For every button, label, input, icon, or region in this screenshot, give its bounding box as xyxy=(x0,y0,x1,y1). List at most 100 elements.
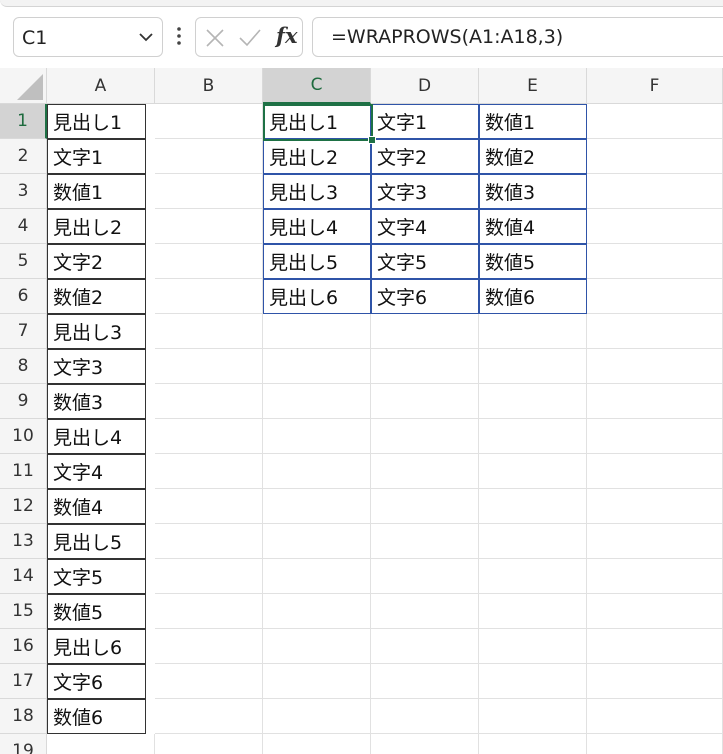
row-header-3[interactable]: 3 xyxy=(0,174,47,209)
cell-e16[interactable] xyxy=(479,629,587,664)
cell-e2[interactable]: 数値2 xyxy=(479,139,587,174)
cell-d3[interactable]: 文字3 xyxy=(371,174,479,209)
cell-a11[interactable]: 文字4 xyxy=(47,454,146,489)
column-header-a[interactable]: A xyxy=(47,68,155,104)
cell-a19[interactable] xyxy=(47,734,155,754)
cell-d1[interactable]: 文字1 xyxy=(371,104,479,139)
cell-b15[interactable] xyxy=(155,594,263,629)
cell-f6[interactable] xyxy=(587,279,723,314)
row-header-6[interactable]: 6 xyxy=(0,279,47,314)
row-header-18[interactable]: 18 xyxy=(0,699,47,734)
cell-a7[interactable]: 見出し3 xyxy=(47,314,146,349)
cell-e18[interactable] xyxy=(479,699,587,734)
cell-d4[interactable]: 文字4 xyxy=(371,209,479,244)
cell-a18[interactable]: 数値6 xyxy=(47,699,146,734)
cell-e1[interactable]: 数値1 xyxy=(479,104,587,139)
cell-e5[interactable]: 数値5 xyxy=(479,244,587,279)
cell-d14[interactable] xyxy=(371,559,479,594)
cell-d10[interactable] xyxy=(371,419,479,454)
cell-f9[interactable] xyxy=(587,384,723,419)
cell-c19[interactable] xyxy=(263,734,371,754)
cell-f19[interactable] xyxy=(587,734,723,754)
chevron-down-icon[interactable] xyxy=(138,30,154,44)
cell-a4[interactable]: 見出し2 xyxy=(47,209,146,244)
cell-a15[interactable]: 数値5 xyxy=(47,594,146,629)
cell-d19[interactable] xyxy=(371,734,479,754)
cell-d17[interactable] xyxy=(371,664,479,699)
cell-b8[interactable] xyxy=(155,349,263,384)
row-header-9[interactable]: 9 xyxy=(0,384,47,419)
row-header-1[interactable]: 1 xyxy=(0,104,47,139)
cell-c2[interactable]: 見出し2 xyxy=(263,139,371,174)
cell-a3[interactable]: 数値1 xyxy=(47,174,146,209)
enter-check-icon[interactable] xyxy=(238,28,262,48)
name-box-value[interactable]: C1 xyxy=(22,27,47,49)
select-all-corner[interactable] xyxy=(0,68,47,104)
cell-d5[interactable]: 文字5 xyxy=(371,244,479,279)
row-header-11[interactable]: 11 xyxy=(0,454,47,489)
cell-d2[interactable]: 文字2 xyxy=(371,139,479,174)
cell-a8[interactable]: 文字3 xyxy=(47,349,146,384)
cell-f2[interactable] xyxy=(587,139,723,174)
worksheet-grid[interactable]: A B C D E F 1 2 3 4 5 6 7 8 9 10 11 12 13 14 15 16 17 18 19 見出し1 文… xyxy=(0,68,723,754)
cell-f4[interactable] xyxy=(587,209,723,244)
cell-d11[interactable] xyxy=(371,454,479,489)
cell-d12[interactable] xyxy=(371,489,479,524)
cell-a1[interactable]: 見出し1 xyxy=(47,104,146,139)
cell-f1[interactable] xyxy=(587,104,723,139)
cell-c13[interactable] xyxy=(263,524,371,559)
cell-d6[interactable]: 文字6 xyxy=(371,279,479,314)
cell-d18[interactable] xyxy=(371,699,479,734)
row-header-8[interactable]: 8 xyxy=(0,349,47,384)
cell-d7[interactable] xyxy=(371,314,479,349)
cell-f15[interactable] xyxy=(587,594,723,629)
cell-f7[interactable] xyxy=(587,314,723,349)
cell-c17[interactable] xyxy=(263,664,371,699)
formula-input[interactable]: =WRAPROWS(A1:A18,3) xyxy=(312,17,723,57)
cell-b19[interactable] xyxy=(155,734,263,754)
cell-c11[interactable] xyxy=(263,454,371,489)
cell-f13[interactable] xyxy=(587,524,723,559)
row-header-13[interactable]: 13 xyxy=(0,524,47,559)
cell-a6[interactable]: 数値2 xyxy=(47,279,146,314)
cell-b10[interactable] xyxy=(155,419,263,454)
cell-e15[interactable] xyxy=(479,594,587,629)
cell-c5[interactable]: 見出し5 xyxy=(263,244,371,279)
cell-b1[interactable] xyxy=(155,104,263,139)
row-header-15[interactable]: 15 xyxy=(0,594,47,629)
cell-a12[interactable]: 数値4 xyxy=(47,489,146,524)
cell-b16[interactable] xyxy=(155,629,263,664)
cell-f14[interactable] xyxy=(587,559,723,594)
cell-d13[interactable] xyxy=(371,524,479,559)
cell-f18[interactable] xyxy=(587,699,723,734)
cell-e9[interactable] xyxy=(479,384,587,419)
cell-a17[interactable]: 文字6 xyxy=(47,664,146,699)
cell-a13[interactable]: 見出し5 xyxy=(47,524,146,559)
select-all-triangle-icon[interactable] xyxy=(17,74,43,100)
cell-d8[interactable] xyxy=(371,349,479,384)
cell-f16[interactable] xyxy=(587,629,723,664)
cell-d16[interactable] xyxy=(371,629,479,664)
cell-b3[interactable] xyxy=(155,174,263,209)
cell-c9[interactable] xyxy=(263,384,371,419)
cell-f8[interactable] xyxy=(587,349,723,384)
cell-c10[interactable] xyxy=(263,419,371,454)
column-header-e[interactable]: E xyxy=(479,68,587,104)
cell-b13[interactable] xyxy=(155,524,263,559)
row-header-16[interactable]: 16 xyxy=(0,629,47,664)
cell-a9[interactable]: 数値3 xyxy=(47,384,146,419)
cell-c12[interactable] xyxy=(263,489,371,524)
name-box[interactable]: C1 xyxy=(13,17,163,57)
cell-f3[interactable] xyxy=(587,174,723,209)
cell-d15[interactable] xyxy=(371,594,479,629)
cell-e12[interactable] xyxy=(479,489,587,524)
cell-c6[interactable]: 見出し6 xyxy=(263,279,371,314)
insert-function-icon[interactable]: fx xyxy=(276,23,298,48)
row-header-19[interactable]: 19 xyxy=(0,734,47,754)
cell-c15[interactable] xyxy=(263,594,371,629)
cell-c1[interactable]: 見出し1 xyxy=(263,104,371,139)
row-header-5[interactable]: 5 xyxy=(0,244,47,279)
cell-e11[interactable] xyxy=(479,454,587,489)
column-header-d[interactable]: D xyxy=(371,68,479,104)
row-header-12[interactable]: 12 xyxy=(0,489,47,524)
